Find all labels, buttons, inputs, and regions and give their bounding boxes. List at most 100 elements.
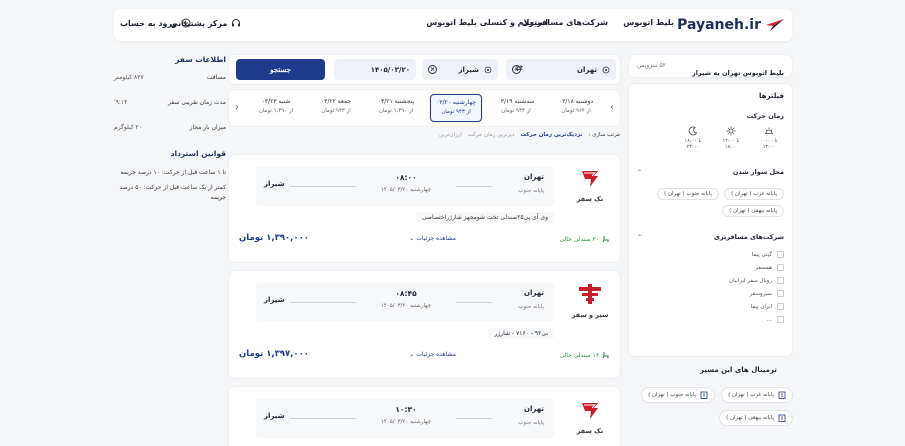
operator: تک سفر [570,399,610,435]
terminal-chip[interactable]: پایانه غرب ( تهران ) [721,387,793,403]
sun-icon [726,126,736,136]
boarding-filter-header[interactable]: محل سوار شدن ⌃ [637,162,784,182]
time-slot-label: ۱۸:۰۰ تا ۲۴:۰۰ [684,138,702,150]
boarding-chip[interactable]: پایانه غرب ( تهران ) [724,188,784,200]
date-option[interactable]: شنبه ۰۳/۲۳ از ۱,۳۹۰ تومان [250,94,302,122]
chevron-right-icon[interactable]: › [610,102,614,113]
date-price: از ۱,۳۹۰ تومان [258,108,294,114]
checkbox-box[interactable] [777,290,784,297]
sort-option[interactable]: دیرترین زمان حرکت [468,132,515,138]
details-link[interactable]: مشاهده جزئیات ⌄ [409,351,456,358]
date-price: از ۹۴۳ تومان [501,108,531,114]
destination-value: شیراز [458,65,479,74]
refund-rule: کمتر از یک ساعت قبل از حرکت: ۵۰ درصد جری… [119,184,227,201]
route-box: تهران پایانه جنوب ۰۸:۰۰ چهارشنبه ۱۴۰۵/۰۳… [256,167,554,206]
seat-icon [602,352,609,359]
location-icon [602,66,610,73]
date-option-selected[interactable]: چهارشنبه ۰۳/۲۰ از ۹۴۳ تومان [430,94,482,122]
trip-card[interactable]: سیر و سفر تهران پایانه جنوب ۰۸:۴۵ چهارشن… [229,271,620,378]
bus-type: وی آی پی۲۵صندلی تخت شومجهز شارژراختصاصی [415,212,554,223]
moon-icon [688,126,698,136]
companies-filter-header[interactable]: شرکت‌های مسافربری ⌃ [637,227,784,247]
trip-destination: شیراز [264,180,285,188]
login-button[interactable]: ورود به حساب [120,18,191,28]
company-checkbox[interactable]: گیتی پیما [637,251,784,258]
trip-price: ۱,۳۹۷,۰۰۰ تومان [239,349,309,359]
checkbox-box[interactable] [777,303,784,310]
brand-logo[interactable]: Payaneh.ir [677,15,784,35]
seat-icon [602,236,609,243]
chevron-left-icon[interactable]: ‹ [235,102,239,113]
trip-terminal: پایانه جنوب [518,188,544,194]
checkbox-box[interactable] [777,277,784,284]
clear-destination-icon[interactable]: × [428,65,437,74]
date-option[interactable]: جمعه ۰۳/۲۲ از ۹۴۳ تومان [310,94,362,122]
terminal-chip[interactable]: پایانه جنوب ( تهران ) [641,387,715,403]
trip-info-row: مدت زمان تقریبی سفر ۹:۱۴' [114,99,226,106]
time-slot-morning[interactable]: ۰۰:۰۰ تا ۱۲:۰۰ [754,126,784,150]
search-button[interactable]: جستجو [236,59,325,80]
sort-option[interactable]: نزدیک‌ترین زمان حرکت [520,132,582,138]
company-checkbox[interactable]: همسفر [637,264,784,271]
destination-field[interactable]: شیراز × [422,59,498,80]
trip-card[interactable]: تک سفر تهران پایانه جنوب ۰۸:۰۰ چهارشنبه … [229,155,620,262]
sort-row: مرتب سازی : نزدیک‌ترین زمان حرکت دیرترین… [436,132,620,138]
checkbox-box[interactable] [777,251,784,258]
login-icon [181,18,191,28]
time-slot-label: ۰۰:۰۰ تا ۱۲:۰۰ [760,138,778,150]
company-checkbox[interactable]: رویال سفر ایرانیان [637,277,784,284]
terminals-title: ترمینال های این مسیر [700,366,777,374]
trip-origin: تهران [524,289,544,297]
date-price: از ۹۶۴ تومان [561,108,591,114]
date-option[interactable]: سه‌شنبه ۰۳/۱۹ از ۹۴۳ تومان [490,94,542,122]
trip-terminal: پایانه جنوب [518,304,544,310]
swap-icon[interactable]: ⇄ [513,64,523,74]
login-label: ورود به حساب [120,18,178,28]
building-icon [778,414,786,422]
terminal-chip[interactable]: پایانه بیهقی ( تهران ) [719,410,793,426]
time-slot-night[interactable]: ۱۸:۰۰ تا ۲۴:۰۰ [678,126,708,150]
boarding-chip[interactable]: پایانه جنوب ( تهران ) [657,188,720,200]
date-day: دوشنبه ۰۳/۱۸ [558,98,594,105]
trip-info-row: میزان بار مجاز ۲۰ کیلوگرم [114,124,226,131]
route-box: تهران پایانه جنوب ۰۸:۴۵ چهارشنبه ۱۴۰۵/۰۳… [256,283,554,322]
checkbox-box[interactable] [777,316,784,323]
date-option[interactable]: دوشنبه ۰۳/۱۸ از ۹۶۴ تومان [550,94,602,122]
details-link[interactable]: مشاهده جزئیات ⌄ [409,235,456,242]
route-header-card: بلیط اتوبوس تهران به شیراز ۵۲ سرویس [629,55,792,77]
building-icon [778,391,786,399]
trip-terminal: پایانه جنوب [518,420,544,426]
sunrise-icon [765,127,773,134]
company-checkbox[interactable]: ... [637,316,784,323]
brand-name: Payaneh.ir [677,17,761,33]
trip-info-title: اطلاعات سفر [175,55,226,64]
route-box: تهران پایانه جنوب ۱۰:۳۰ چهارشنبه ۱۴۰۵/۰۳… [256,399,554,438]
sort-option[interactable]: ارزان‌ترین [439,132,462,138]
date-price: از ۹۴۳ تومان [321,108,351,114]
date-option[interactable]: پنجشنبه ۰۳/۲۱ از ۱,۳۹۰ تومان [370,94,422,122]
date-value: ۱۴۰۵/۰۳/۲۰ [370,65,410,74]
seats-text: ۲۰ صندلی خالی [559,235,599,243]
operator: سیر و سفر [570,283,610,319]
seats-available: ۱۶ صندلی خالی [559,351,610,359]
checkbox-box[interactable] [777,264,784,271]
company-checkbox[interactable]: سیروسفر [637,290,784,297]
info-label: مدت زمان تقریبی سفر [168,99,226,106]
date-day: جمعه ۰۳/۲۲ [320,98,352,105]
filters-title: فیلترها [759,92,784,100]
trip-card[interactable]: تک سفر تهران پایانه جنوب ۱۰:۳۰ چهارشنبه … [229,387,620,446]
date-field[interactable]: ۱۴۰۵/۰۳/۲۰ [334,59,416,80]
trip-info-panel: اطلاعات سفر مسافت ۸۳۷ کیلومتر مدت زمان تق… [114,55,226,208]
company-checkbox[interactable]: ایران پیما [637,303,784,310]
trip-origin: تهران [524,405,544,413]
refund-title: قوانین استرداد [170,149,226,158]
date-day: سه‌شنبه ۰۳/۱۹ [497,98,535,105]
nav-inquiry-cancel[interactable]: استعلام و کنسلی بلیط اتوبوس [426,18,548,27]
company-label: رویال سفر ایرانیان [729,277,772,284]
boarding-chip[interactable]: پایانه بیهقی ( تهران ) [722,205,784,217]
time-slot-afternoon[interactable]: ۱۲:۰۰ تا ۱۸:۰۰ [716,126,746,150]
trip-origin: تهران [524,173,544,181]
route-title: بلیط اتوبوس تهران به شیراز [692,69,784,77]
nav-bus-ticket[interactable]: بلیط اتوبوس [623,18,674,27]
info-value: ۸۳۷ کیلومتر [114,74,144,81]
